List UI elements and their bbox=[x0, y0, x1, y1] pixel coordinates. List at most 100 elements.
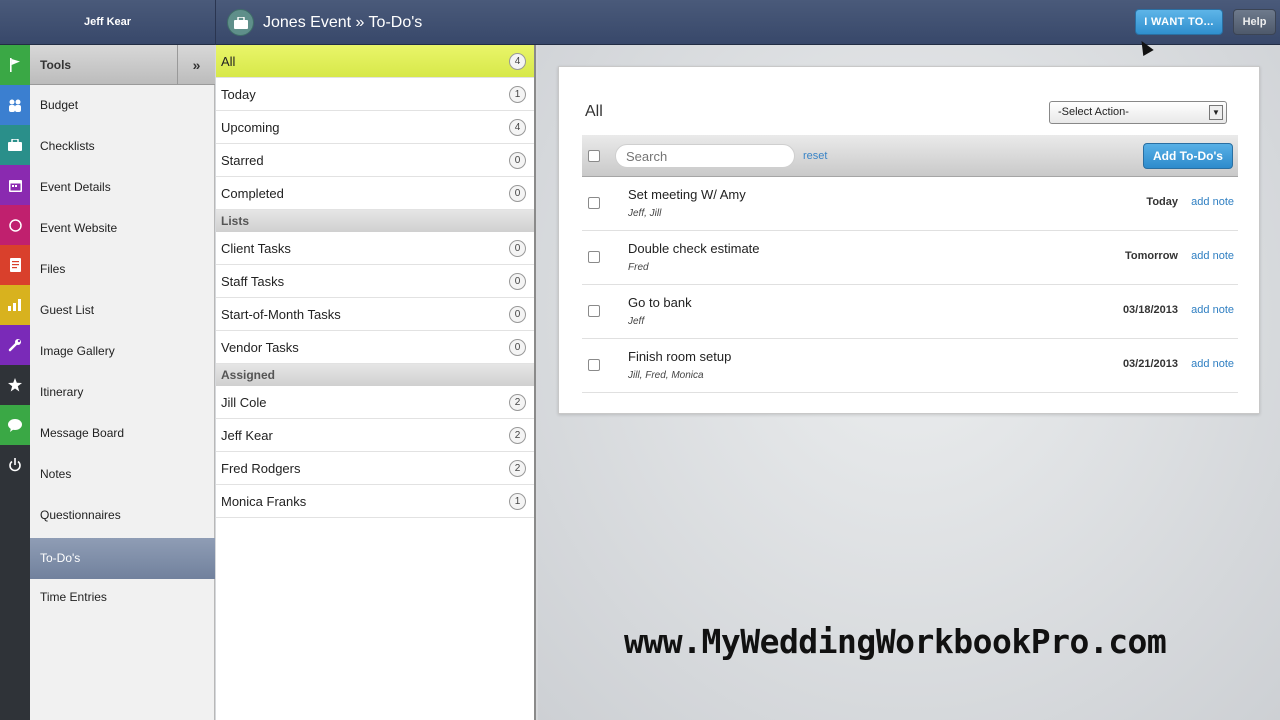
todo-assignees: Fred bbox=[628, 262, 649, 273]
todo-filter-list: All 4 Today 1 Upcoming 4 Starred 0 Compl… bbox=[216, 45, 536, 720]
icon-rail bbox=[0, 45, 30, 720]
todo-assignees: Jill, Fred, Monica bbox=[628, 370, 704, 381]
search-input[interactable] bbox=[615, 144, 795, 168]
todo-row[interactable]: Set meeting W/ Amy Jeff, Jill Today add … bbox=[582, 177, 1238, 231]
wrench-icon[interactable] bbox=[0, 325, 30, 365]
filter-label: Vendor Tasks bbox=[221, 340, 299, 355]
select-all-checkbox[interactable] bbox=[588, 150, 600, 162]
document-icon[interactable] bbox=[0, 245, 30, 285]
todo-card: All -Select Action- ▼ reset Add To-Do's … bbox=[558, 66, 1260, 414]
filter-label: Jill Cole bbox=[221, 395, 267, 410]
todo-row[interactable]: Double check estimate Fred Tomorrow add … bbox=[582, 231, 1238, 285]
sidebar-item-itinerary[interactable]: Itinerary bbox=[30, 372, 215, 413]
list-client-tasks[interactable]: Client Tasks 0 bbox=[216, 232, 534, 265]
sidebar-item-image-gallery[interactable]: Image Gallery bbox=[30, 331, 215, 372]
briefcase-icon[interactable] bbox=[0, 125, 30, 165]
add-note-link[interactable]: add note bbox=[1191, 358, 1234, 370]
bar-chart-icon[interactable] bbox=[0, 285, 30, 325]
page-title: Jones Event » To-Do's bbox=[263, 14, 423, 31]
website-watermark: www.MyWeddingWorkbookPro.com bbox=[624, 622, 1167, 661]
todo-checkbox[interactable] bbox=[588, 251, 600, 263]
sidebar-item-budget[interactable]: Budget bbox=[30, 85, 215, 126]
todo-checkbox[interactable] bbox=[588, 359, 600, 371]
briefcase-icon bbox=[227, 9, 254, 36]
todo-title[interactable]: Go to bank bbox=[628, 295, 692, 310]
todo-row[interactable]: Finish room setup Jill, Fred, Monica 03/… bbox=[582, 339, 1238, 393]
todo-assignees: Jeff, Jill bbox=[628, 208, 662, 219]
count-badge: 0 bbox=[509, 152, 526, 169]
count-badge: 0 bbox=[509, 339, 526, 356]
filter-label: Completed bbox=[221, 186, 284, 201]
add-note-link[interactable]: add note bbox=[1191, 304, 1234, 316]
filter-label: Staff Tasks bbox=[221, 274, 285, 289]
filter-today[interactable]: Today 1 bbox=[216, 78, 534, 111]
people-icon[interactable] bbox=[0, 85, 30, 125]
chat-icon[interactable] bbox=[0, 405, 30, 445]
assignee-jeff-kear[interactable]: Jeff Kear 2 bbox=[216, 419, 534, 452]
compass-icon[interactable] bbox=[0, 205, 30, 245]
list-vendor-tasks[interactable]: Vendor Tasks 0 bbox=[216, 331, 534, 364]
select-action-value: -Select Action- bbox=[1058, 106, 1129, 118]
lists-section-header: Lists bbox=[216, 210, 534, 232]
power-icon[interactable] bbox=[0, 445, 30, 485]
filter-label: Today bbox=[221, 87, 256, 102]
add-todos-button[interactable]: Add To-Do's bbox=[1143, 143, 1233, 169]
sidebar-item-message-board[interactable]: Message Board bbox=[30, 413, 215, 454]
todo-due-date: 03/21/2013 bbox=[1122, 358, 1178, 370]
sidebar-item-files[interactable]: Files bbox=[30, 249, 215, 290]
i-want-to-button[interactable]: I WANT TO... bbox=[1135, 9, 1223, 35]
filter-label: Client Tasks bbox=[221, 241, 291, 256]
sidebar-item-time-entries[interactable]: Time Entries bbox=[30, 577, 215, 618]
sidebar-item-notes[interactable]: Notes bbox=[30, 454, 215, 495]
tools-label: Tools bbox=[40, 58, 72, 72]
add-note-link[interactable]: add note bbox=[1191, 196, 1234, 208]
sidebar-item-event-website[interactable]: Event Website bbox=[30, 208, 215, 249]
todo-list-title: All bbox=[585, 103, 603, 120]
filter-label: Fred Rodgers bbox=[221, 461, 301, 476]
assignee-fred-rodgers[interactable]: Fred Rodgers 2 bbox=[216, 452, 534, 485]
todo-title[interactable]: Finish room setup bbox=[628, 349, 731, 364]
sidebar-item-todos[interactable]: To-Do's bbox=[30, 538, 215, 579]
sidebar-item-guest-list[interactable]: Guest List bbox=[30, 290, 215, 331]
user-name[interactable]: Jeff Kear bbox=[0, 0, 215, 45]
filter-completed[interactable]: Completed 0 bbox=[216, 177, 534, 210]
filter-starred[interactable]: Starred 0 bbox=[216, 144, 534, 177]
filter-label: Monica Franks bbox=[221, 494, 307, 509]
sidebar-item-checklists[interactable]: Checklists bbox=[30, 126, 215, 167]
todo-toolbar: reset Add To-Do's bbox=[582, 135, 1238, 177]
collapse-sidebar-button[interactable]: » bbox=[177, 45, 215, 85]
todo-due-date: Tomorrow bbox=[1125, 250, 1178, 262]
filter-label: Upcoming bbox=[221, 120, 280, 135]
list-start-of-month-tasks[interactable]: Start-of-Month Tasks 0 bbox=[216, 298, 534, 331]
flag-icon[interactable] bbox=[0, 45, 30, 85]
filter-upcoming[interactable]: Upcoming 4 bbox=[216, 111, 534, 144]
assignee-jill-cole[interactable]: Jill Cole 2 bbox=[216, 386, 534, 419]
assignee-monica-franks[interactable]: Monica Franks 1 bbox=[216, 485, 534, 518]
count-badge: 2 bbox=[509, 460, 526, 477]
reset-link[interactable]: reset bbox=[803, 150, 827, 162]
count-badge: 1 bbox=[509, 493, 526, 510]
todo-checkbox[interactable] bbox=[588, 305, 600, 317]
filter-all[interactable]: All 4 bbox=[216, 45, 534, 78]
todo-row[interactable]: Go to bank Jeff 03/18/2013 add note bbox=[582, 285, 1238, 339]
sidebar-item-event-details[interactable]: Event Details bbox=[30, 167, 215, 208]
dropdown-arrow-icon: ▼ bbox=[1209, 105, 1223, 120]
todo-due-date: Today bbox=[1146, 196, 1178, 208]
filter-label: Starred bbox=[221, 153, 264, 168]
count-badge: 0 bbox=[509, 240, 526, 257]
count-badge: 0 bbox=[509, 306, 526, 323]
help-button[interactable]: Help bbox=[1233, 9, 1276, 35]
assigned-section-header: Assigned bbox=[216, 364, 534, 386]
add-note-link[interactable]: add note bbox=[1191, 250, 1234, 262]
count-badge: 2 bbox=[509, 394, 526, 411]
todo-checkbox[interactable] bbox=[588, 197, 600, 209]
todo-title[interactable]: Set meeting W/ Amy bbox=[628, 187, 746, 202]
star-icon[interactable] bbox=[0, 365, 30, 405]
list-staff-tasks[interactable]: Staff Tasks 0 bbox=[216, 265, 534, 298]
sidebar-item-questionnaires[interactable]: Questionnaires bbox=[30, 495, 215, 536]
todo-title[interactable]: Double check estimate bbox=[628, 241, 760, 256]
select-action-dropdown[interactable]: -Select Action- ▼ bbox=[1049, 101, 1227, 124]
count-badge: 4 bbox=[509, 119, 526, 136]
calendar-icon[interactable] bbox=[0, 165, 30, 205]
filter-label: Jeff Kear bbox=[221, 428, 273, 443]
